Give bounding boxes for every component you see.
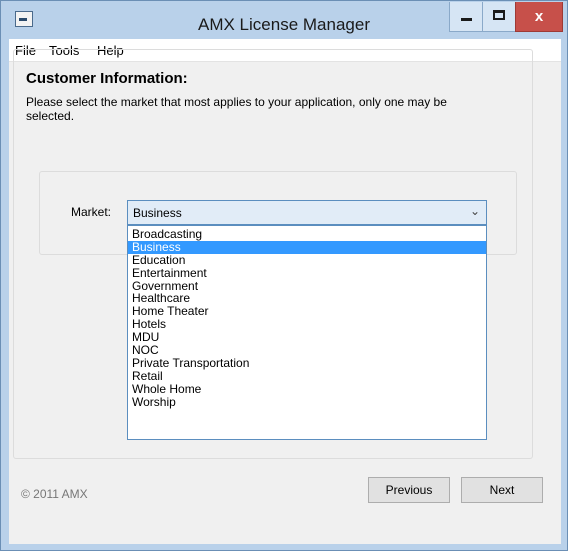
- market-dropdown-list: Broadcasting Business Education Entertainme…: [127, 225, 487, 440]
- market-option[interactable]: NOC: [128, 344, 486, 357]
- maximize-button[interactable]: [482, 2, 516, 32]
- market-option[interactable]: Entertainment: [128, 266, 486, 280]
- market-option[interactable]: Business: [128, 240, 486, 254]
- market-select[interactable]: Business ⌄: [127, 200, 487, 225]
- market-label: Market:: [71, 205, 112, 219]
- copyright-text: © 2011 AMX: [21, 487, 88, 501]
- market-option[interactable]: Worship: [128, 395, 486, 409]
- next-button[interactable]: Next: [461, 477, 543, 503]
- market-select-value: Business: [133, 206, 182, 220]
- close-icon: x: [534, 8, 544, 25]
- market-option[interactable]: Private Transportation: [128, 357, 486, 370]
- previous-button[interactable]: Previous: [368, 477, 450, 503]
- market-option[interactable]: Home Theater: [128, 305, 486, 318]
- title-bar[interactable]: AMX License Manager x: [1, 1, 567, 39]
- section-heading: Customer Information:: [26, 70, 188, 87]
- minimize-button[interactable]: [449, 2, 483, 32]
- close-button[interactable]: x: [515, 2, 563, 32]
- market-option[interactable]: Retail: [128, 369, 486, 383]
- section-description: Please select the market that most appli…: [26, 95, 447, 123]
- market-option[interactable]: MDU: [128, 331, 486, 344]
- market-option[interactable]: Broadcasting: [128, 228, 486, 241]
- chevron-down-icon[interactable]: ⌄: [470, 204, 480, 218]
- market-option[interactable]: Education: [128, 253, 486, 267]
- market-option[interactable]: Whole Home: [128, 382, 486, 396]
- app-window: AMX License Manager x File Tools Help Cu…: [0, 0, 568, 551]
- market-option[interactable]: Hotels: [128, 318, 486, 331]
